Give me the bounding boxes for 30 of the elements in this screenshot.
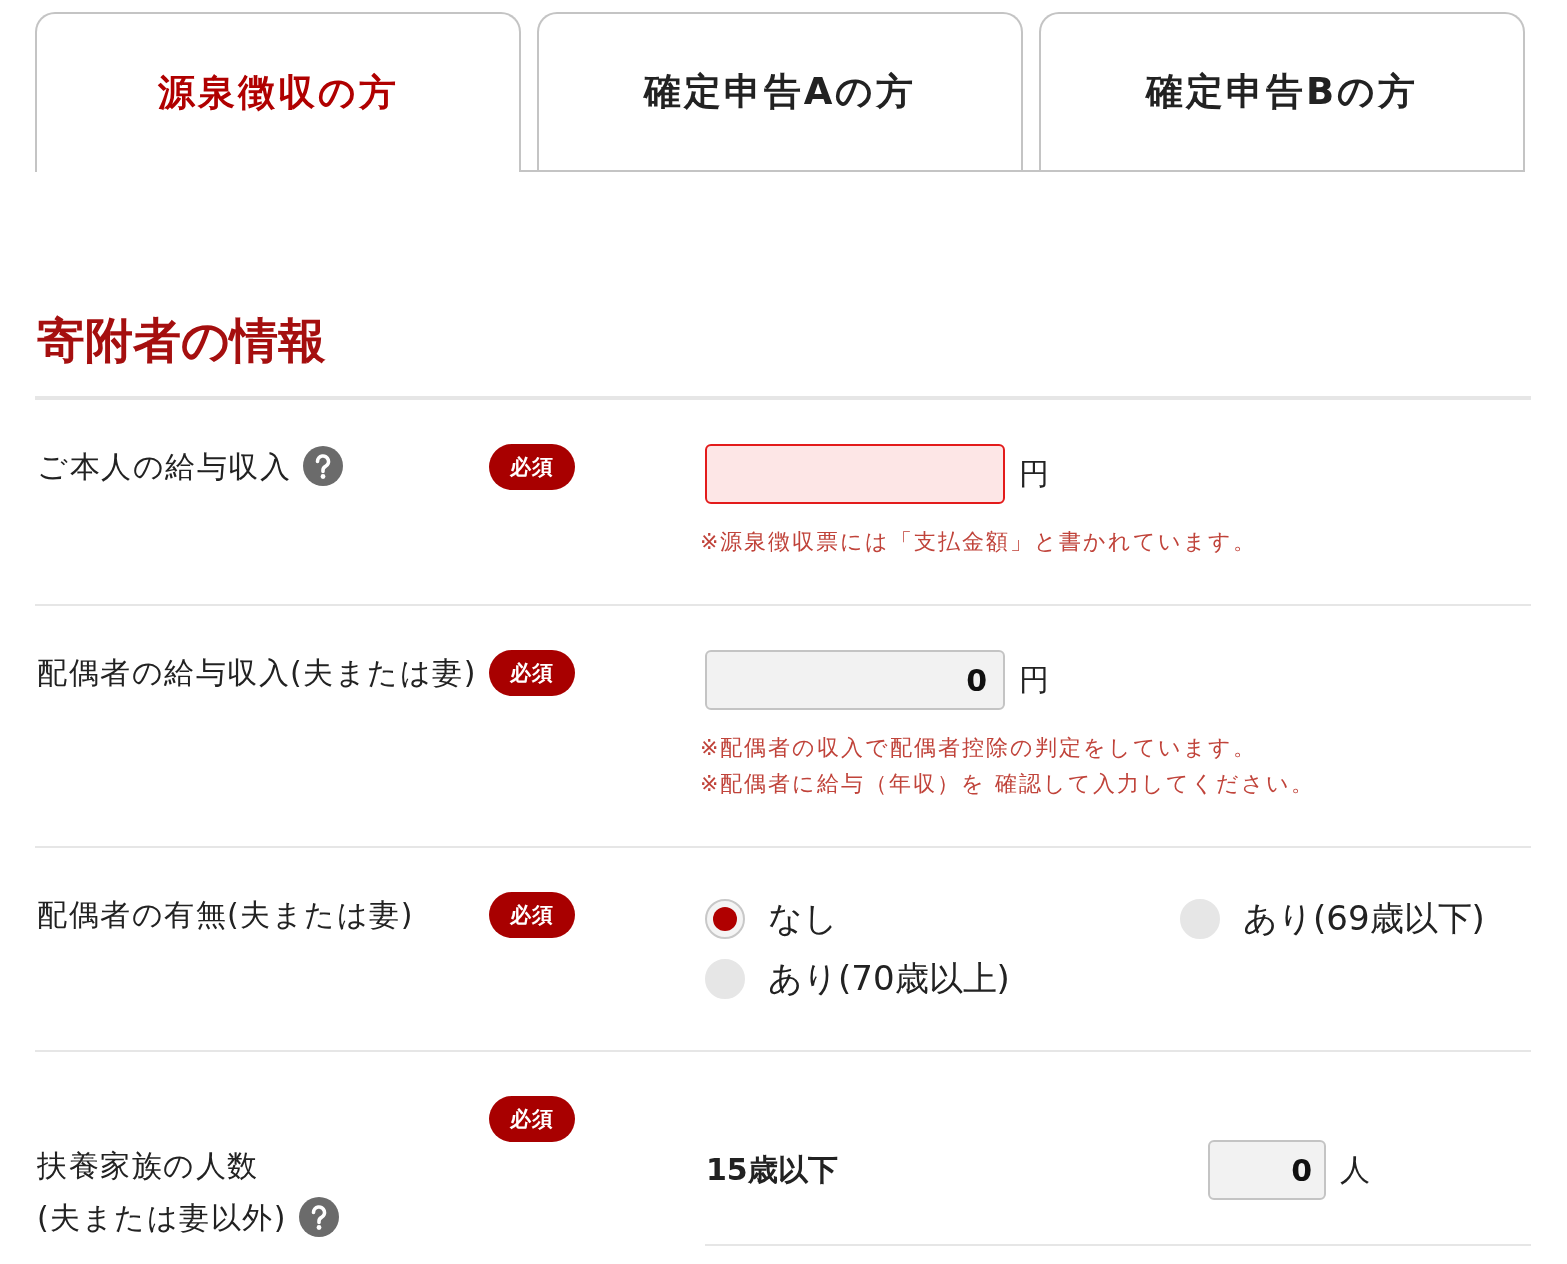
radio-button[interactable] [1180,899,1220,939]
field-label: ご本人の給与収入 [37,449,291,484]
unit-label: 円 [1019,660,1049,699]
unit-label: 人 [1340,1150,1370,1189]
tab[interactable]: 確定申告Aの方 [537,12,1023,170]
section-heading: 寄附者の情報 [35,310,1531,400]
field-label: 扶養家族の人数 (夫または妻以外) [37,1148,287,1235]
count-input[interactable]: 0 [1208,1140,1326,1200]
help-icon[interactable] [298,1196,339,1237]
amount-input[interactable] [705,444,1005,504]
radio-label[interactable]: あり(69歳以下) [1243,896,1485,942]
age-group-label: 15歳以下 [705,1150,839,1189]
radio-button[interactable] [705,899,745,939]
radio-button[interactable] [705,959,745,999]
required-badge: 必須 [489,444,575,490]
field-label: 配偶者の有無(夫または妻) [37,897,414,932]
required-badge: 必須 [489,1096,575,1142]
field-label: 配偶者の給与収入(夫または妻) [37,655,477,690]
unit-label: 円 [1019,454,1049,493]
note-text: ※源泉徴収票には「支払金額」と書かれています。 [700,528,1259,556]
tab[interactable]: 源泉徴収の方 [35,12,521,172]
radio-label[interactable]: なし [768,896,838,942]
amount-input[interactable]: 0 [705,650,1005,710]
tab[interactable]: 確定申告Bの方 [1039,12,1525,170]
radio-label[interactable]: あり(70歳以上) [768,956,1010,1002]
required-badge: 必須 [489,650,575,696]
help-icon[interactable] [303,445,343,486]
note-text: ※配偶者に給与（年収）を 確認して入力してください。 [700,770,1317,798]
required-badge: 必須 [489,892,575,938]
note-text: ※配偶者の収入で配偶者控除の判定をしています。 [700,734,1259,762]
